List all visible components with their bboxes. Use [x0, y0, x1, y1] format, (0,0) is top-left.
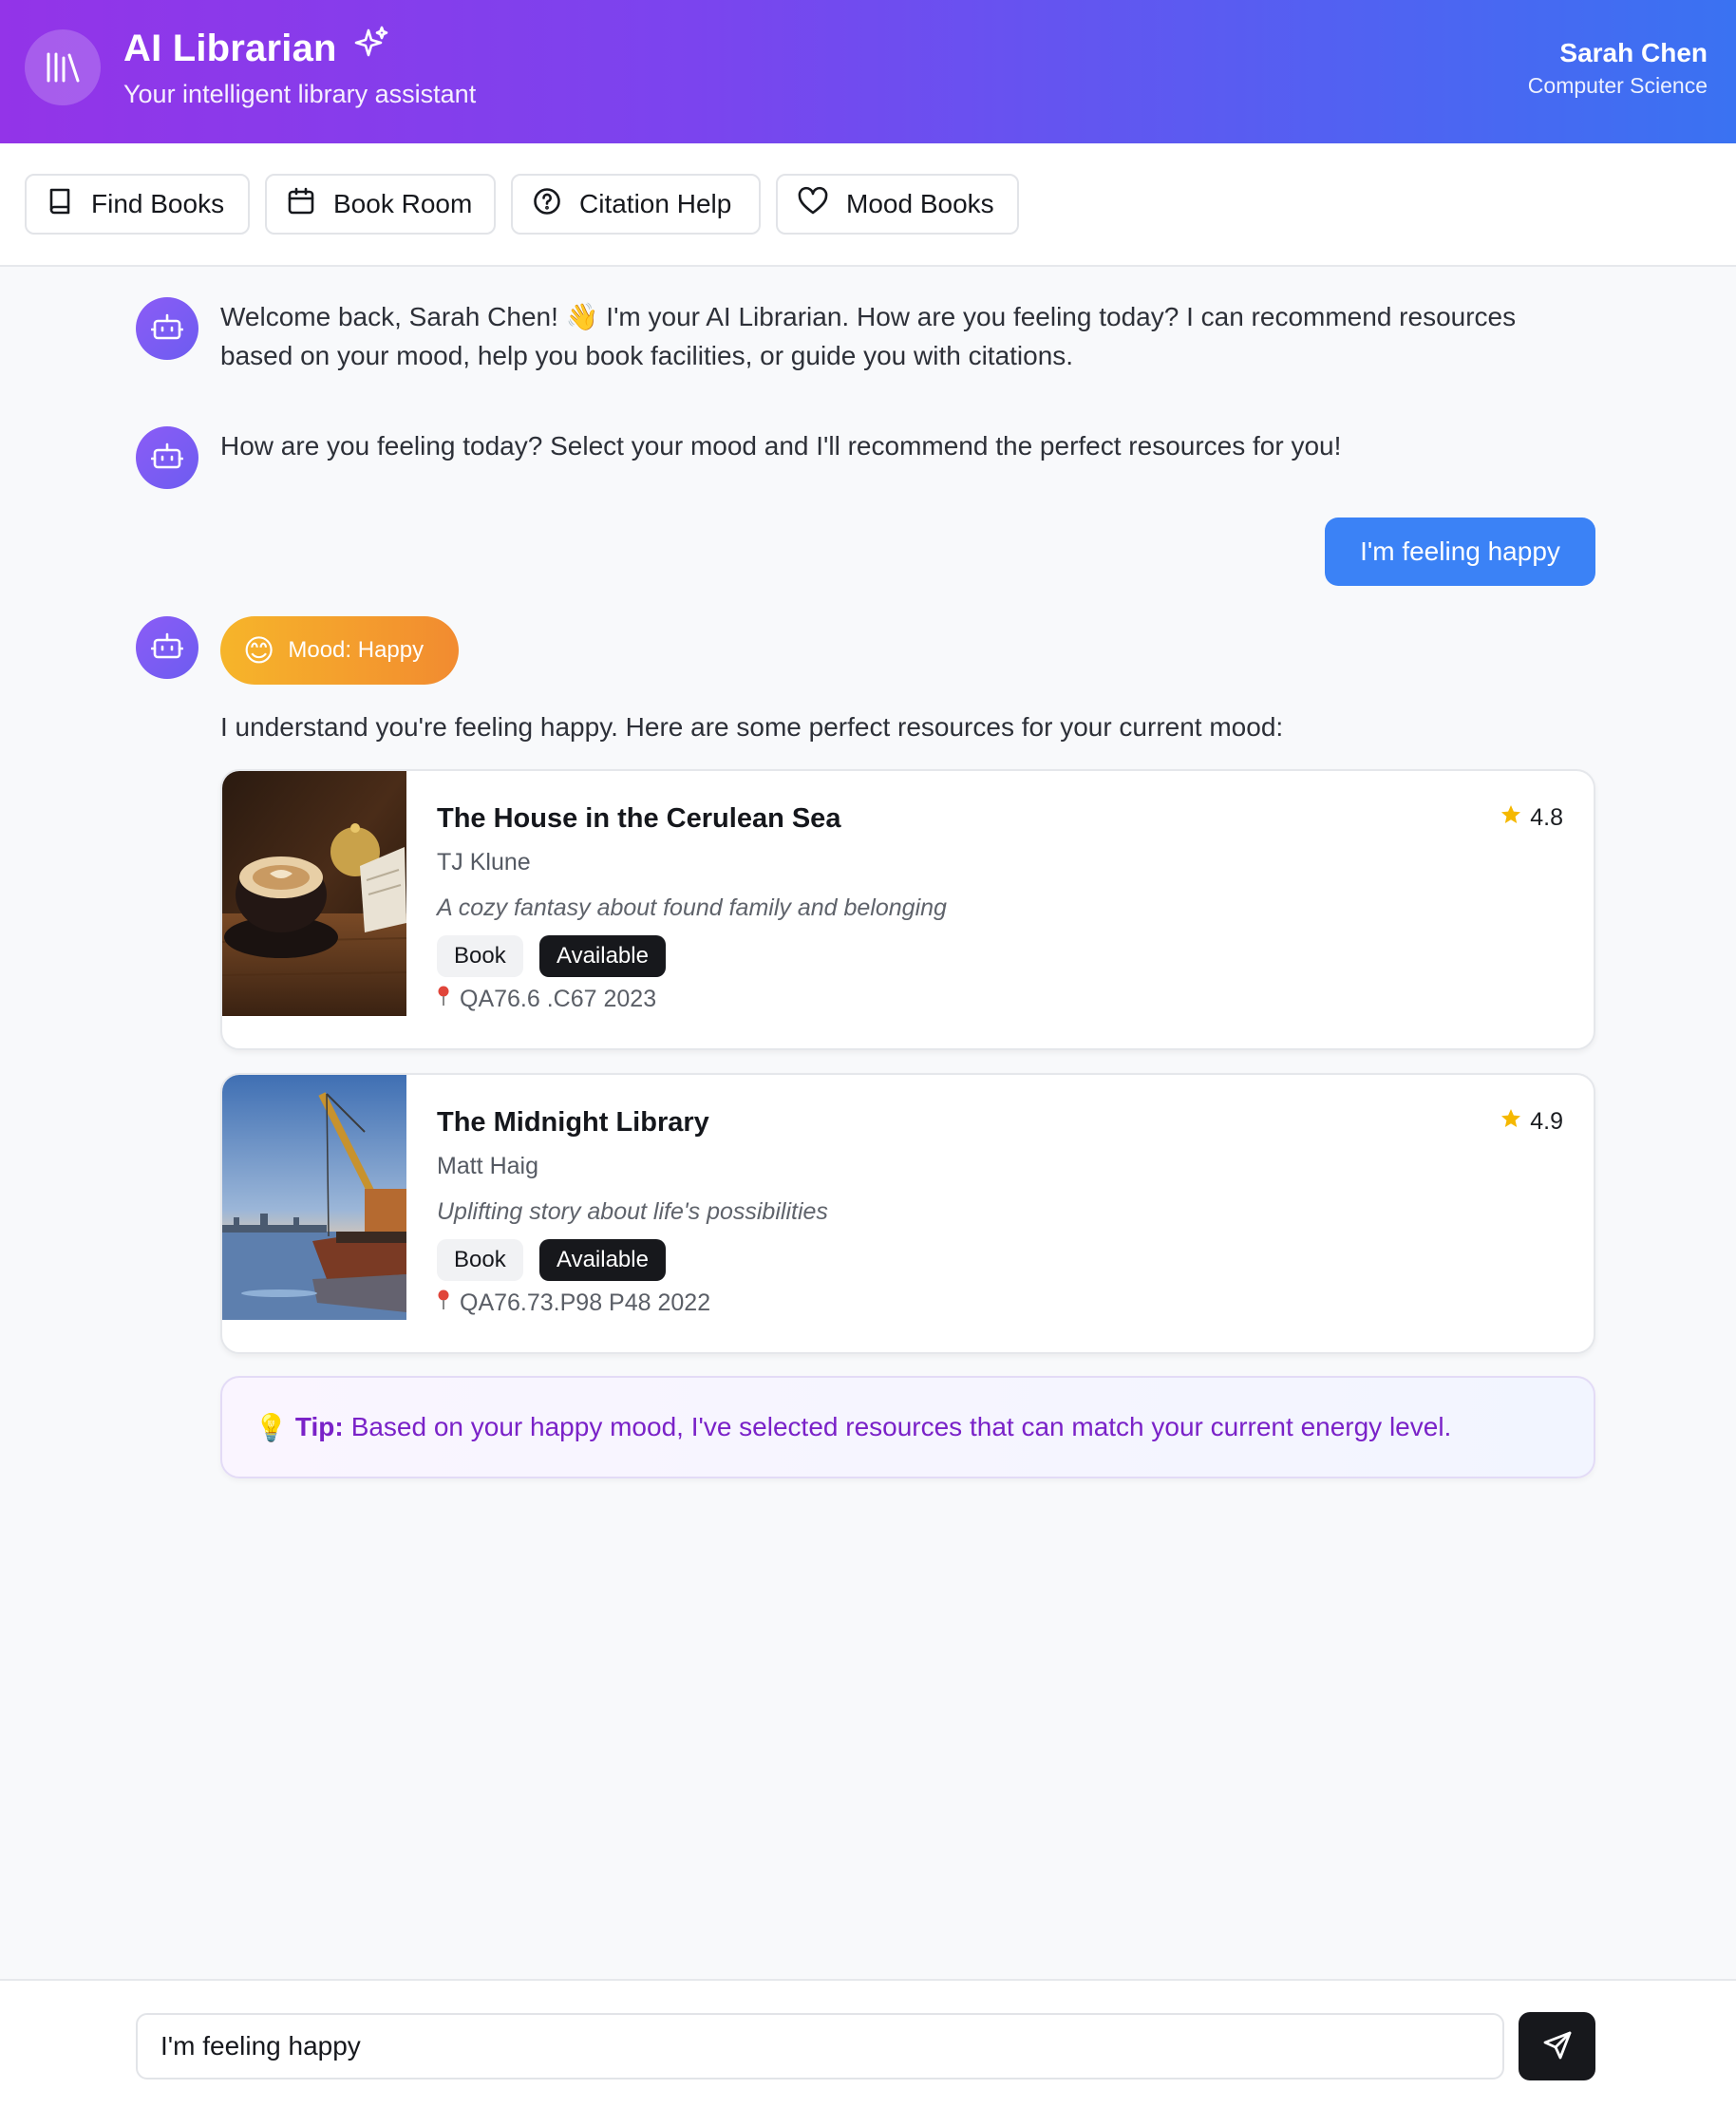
message-composer — [0, 1979, 1736, 2108]
welcome-line-2: based on your mood, help you book facili… — [220, 341, 1074, 370]
app-title-text: AI Librarian — [123, 27, 337, 69]
help-circle-icon — [532, 186, 562, 223]
mood-books-label: Mood Books — [846, 189, 994, 218]
citation-help-label: Citation Help — [579, 189, 732, 218]
bot-message-mood-prompt: How are you feeling today? Select your m… — [220, 431, 1342, 461]
map-pin-icon — [437, 1289, 450, 1317]
robot-icon — [150, 441, 184, 476]
resource-title: The Midnight Library — [437, 1107, 709, 1138]
find-books-label: Find Books — [91, 189, 225, 218]
lightbulb-icon: 💡 — [255, 1412, 288, 1442]
resource-card[interactable]: The House in the Cerulean Sea TJ Klune A… — [220, 769, 1595, 1050]
citation-help-button[interactable]: Citation Help — [511, 174, 761, 235]
send-icon — [1541, 2029, 1574, 2064]
app-header: AI Librarian Your intelligent library as… — [0, 0, 1736, 143]
user-department: Computer Science — [1527, 73, 1708, 98]
resource-description: Uplifting story about life's possibiliti… — [437, 1198, 828, 1225]
star-icon — [1500, 803, 1522, 833]
call-number: QA76.6 .C67 2023 — [437, 986, 656, 1013]
robot-icon — [150, 311, 184, 347]
mood-books-button[interactable]: Mood Books — [776, 174, 1019, 235]
app-title: AI Librarian — [123, 25, 390, 72]
bot-message-welcome: Welcome back, Sarah Chen! 👋 I'm your AI … — [220, 297, 1516, 375]
bot-avatar — [136, 616, 198, 679]
call-number-text: QA76.6 .C67 2023 — [460, 986, 657, 1012]
app-subtitle: Your intelligent library assistant — [123, 80, 477, 108]
book-icon — [46, 186, 74, 223]
availability-status-tag: Available — [539, 1239, 666, 1281]
call-number: QA76.73.P98 P48 2022 — [437, 1289, 710, 1317]
bot-avatar — [136, 297, 198, 360]
tip-label: Tip: — [294, 1412, 344, 1441]
book-cover-image — [222, 1075, 406, 1320]
call-number-text: QA76.73.P98 P48 2022 — [460, 1289, 711, 1316]
resource-title: The House in the Cerulean Sea — [437, 803, 841, 834]
bot-avatar — [136, 426, 198, 489]
sparkles-icon — [352, 25, 390, 72]
heart-icon — [797, 186, 829, 223]
quick-actions-toolbar: Find Books Book Room Citation Help Mood … — [0, 143, 1736, 267]
mood-badge-label: Mood: Happy — [288, 637, 425, 663]
resource-description: A cozy fantasy about found family and be… — [437, 894, 947, 921]
calendar-icon — [286, 186, 316, 223]
user-name: Sarah Chen — [1559, 38, 1708, 67]
resource-type-tag: Book — [437, 1239, 523, 1281]
rating: 4.9 — [1500, 1107, 1563, 1137]
tip-box: 💡 Tip: Based on your happy mood, I've se… — [220, 1376, 1595, 1478]
message-input[interactable] — [136, 2013, 1504, 2080]
book-room-button[interactable]: Book Room — [265, 174, 496, 235]
send-button[interactable] — [1519, 2012, 1595, 2080]
tip-text: Based on your happy mood, I've selected … — [350, 1412, 1452, 1441]
book-cover-image — [222, 771, 407, 1016]
book-room-label: Book Room — [333, 189, 473, 218]
map-pin-icon — [437, 986, 450, 1013]
availability-status-tag: Available — [539, 935, 666, 977]
library-logo-icon — [25, 29, 101, 105]
user-message-bubble: I'm feeling happy — [1325, 518, 1595, 586]
resource-type-tag: Book — [437, 935, 523, 977]
rating: 4.8 — [1500, 803, 1563, 833]
welcome-line-1: Welcome back, Sarah Chen! 👋 I'm your AI … — [220, 302, 1517, 331]
resource-author: TJ Klune — [437, 849, 531, 875]
mood-badge: 😊 Mood: Happy — [220, 616, 459, 685]
robot-icon — [150, 631, 184, 666]
rating-value: 4.8 — [1530, 804, 1563, 831]
find-books-button[interactable]: Find Books — [25, 174, 250, 235]
star-icon — [1500, 1107, 1522, 1137]
resource-author: Matt Haig — [437, 1153, 538, 1179]
rating-value: 4.9 — [1530, 1108, 1563, 1135]
resource-card[interactable]: The Midnight Library Matt Haig Uplifting… — [220, 1073, 1595, 1354]
smile-emoji-icon: 😊 — [243, 633, 275, 668]
bot-message-recommend-intro: I understand you're feeling happy. Here … — [220, 712, 1284, 742]
